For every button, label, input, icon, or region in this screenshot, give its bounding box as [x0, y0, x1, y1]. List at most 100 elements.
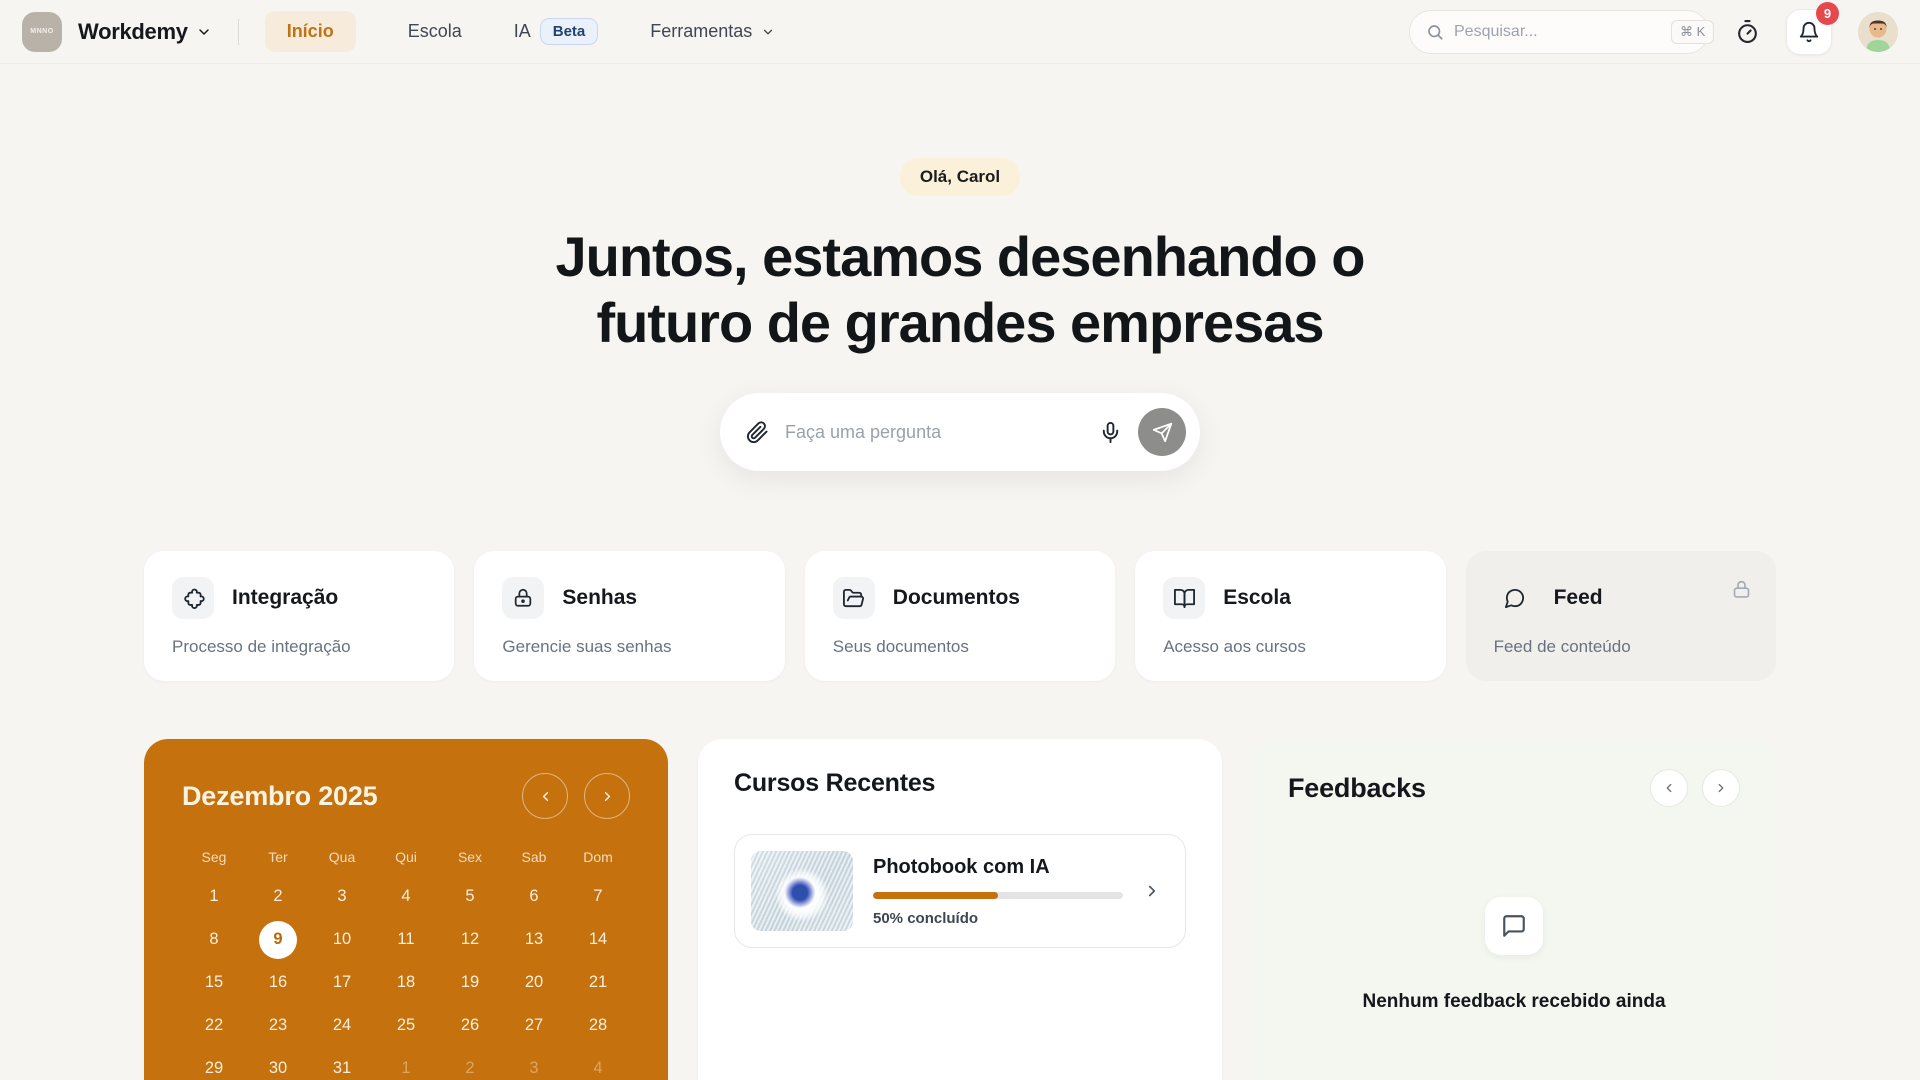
course-thumbnail — [751, 851, 853, 931]
calendar-day[interactable]: 26 — [438, 1004, 502, 1047]
card-subtitle: Processo de integração — [172, 637, 426, 657]
chevron-left-icon — [1662, 781, 1676, 795]
card-title: Escola — [1223, 586, 1291, 610]
calendar-day[interactable]: 4 — [374, 875, 438, 918]
course-item[interactable]: Photobook com IA 50% concluído — [734, 834, 1186, 948]
calendar-day[interactable]: 3 — [502, 1047, 566, 1080]
card-subtitle: Acesso aos cursos — [1163, 637, 1417, 657]
lock-icon — [1731, 579, 1752, 600]
calendar-day[interactable]: 23 — [246, 1004, 310, 1047]
card-integracao[interactable]: Integração Processo de integração — [144, 551, 454, 681]
calendar-day[interactable]: 3 — [310, 875, 374, 918]
calendar-next-button[interactable] — [584, 773, 630, 819]
notification-count-badge: 9 — [1816, 2, 1839, 25]
logo-mark-text: MNNO — [30, 28, 53, 35]
calendar-day[interactable]: 6 — [502, 875, 566, 918]
voice-button[interactable] — [1099, 421, 1122, 444]
nav-inicio[interactable]: Início — [265, 11, 356, 52]
send-button[interactable] — [1138, 408, 1186, 456]
nav-ia[interactable]: IA Beta — [514, 18, 599, 45]
calendar-weekday-label: Ter — [246, 849, 310, 865]
nav-ia-label: IA — [514, 21, 531, 42]
calendar-weekday-label: Sab — [502, 849, 566, 865]
question-input[interactable] — [785, 422, 1083, 443]
calendar-day[interactable]: 24 — [310, 1004, 374, 1047]
chevron-down-icon — [196, 24, 212, 40]
workdemy-logo[interactable]: MNNO — [22, 12, 62, 52]
card-title: Feed — [1554, 586, 1603, 610]
calendar-day[interactable]: 28 — [566, 1004, 630, 1047]
calendar-weekday-label: Seg — [182, 849, 246, 865]
bell-icon — [1798, 21, 1820, 43]
calendar-day[interactable]: 7 — [566, 875, 630, 918]
lock-icon — [502, 577, 544, 619]
calendar-day[interactable]: 19 — [438, 961, 502, 1004]
book-open-icon — [1163, 577, 1205, 619]
calendar-day[interactable]: 29 — [182, 1047, 246, 1080]
attach-button[interactable] — [746, 421, 769, 444]
calendar-day[interactable]: 25 — [374, 1004, 438, 1047]
calendar-day[interactable]: 9 — [246, 918, 310, 961]
calendar-day[interactable]: 31 — [310, 1047, 374, 1080]
card-documentos[interactable]: Documentos Seus documentos — [805, 551, 1115, 681]
calendar-day[interactable]: 5 — [438, 875, 502, 918]
card-title: Integração — [232, 586, 338, 610]
nav-ferramentas[interactable]: Ferramentas — [650, 21, 775, 42]
card-senhas[interactable]: Senhas Gerencie suas senhas — [474, 551, 784, 681]
feedbacks-title: Feedbacks — [1288, 773, 1426, 804]
ask-question-bar[interactable] — [720, 393, 1200, 471]
calendar-weekday-label: Qua — [310, 849, 374, 865]
feedbacks-prev-button[interactable] — [1650, 769, 1688, 807]
feedback-empty-message: Nenhum feedback recebido ainda — [1362, 991, 1665, 1013]
calendar-day[interactable]: 13 — [502, 918, 566, 961]
user-avatar[interactable] — [1858, 12, 1898, 52]
bottom-panels: Dezembro 2025 SegTerQuaQuiSexSabDom 1 — [144, 739, 1776, 1080]
timer-icon — [1735, 19, 1760, 44]
nav-escola[interactable]: Escola — [408, 21, 462, 42]
calendar-day[interactable]: 12 — [438, 918, 502, 961]
avatar-illustration — [1858, 12, 1898, 52]
calendar-day[interactable]: 15 — [182, 961, 246, 1004]
calendar-day[interactable]: 10 — [310, 918, 374, 961]
calendar-selected-day: 9 — [259, 921, 297, 959]
calendar-day[interactable]: 8 — [182, 918, 246, 961]
chat-icon — [1494, 577, 1536, 619]
card-title: Senhas — [562, 586, 637, 610]
calendar-day[interactable]: 1 — [182, 875, 246, 918]
calendar-day[interactable]: 27 — [502, 1004, 566, 1047]
card-escola[interactable]: Escola Acesso aos cursos — [1135, 551, 1445, 681]
search-shortcut-hint: ⌘ K — [1671, 20, 1714, 44]
global-search[interactable]: ⌘ K — [1409, 10, 1709, 54]
calendar-day[interactable]: 22 — [182, 1004, 246, 1047]
chevron-right-icon — [1143, 882, 1161, 900]
calendar-day[interactable]: 30 — [246, 1047, 310, 1080]
chevron-right-icon — [1714, 781, 1728, 795]
greeting-badge: Olá, Carol — [900, 158, 1020, 196]
calendar-day[interactable]: 14 — [566, 918, 630, 961]
brand-menu[interactable]: Workdemy — [78, 19, 212, 45]
calendar-day[interactable]: 2 — [246, 875, 310, 918]
beta-badge: Beta — [540, 18, 599, 45]
calendar-day[interactable]: 20 — [502, 961, 566, 1004]
chevron-left-icon — [538, 789, 553, 804]
folder-open-icon — [833, 577, 875, 619]
dashboard-main: Olá, Carol Juntos, estamos desenhando o … — [0, 64, 1920, 1080]
calendar-day[interactable]: 1 — [374, 1047, 438, 1080]
calendar-day[interactable]: 21 — [566, 961, 630, 1004]
calendar-day[interactable]: 16 — [246, 961, 310, 1004]
calendar-day[interactable]: 17 — [310, 961, 374, 1004]
calendar-day[interactable]: 18 — [374, 961, 438, 1004]
main-nav: Início Escola IA Beta Ferramentas — [265, 11, 776, 52]
calendar-day[interactable]: 4 — [566, 1047, 630, 1080]
course-progress-label: 50% concluído — [873, 910, 1123, 927]
timer-button[interactable] — [1735, 19, 1760, 44]
notifications-button[interactable]: 9 — [1786, 9, 1832, 55]
shortcut-cards: Integração Processo de integração Senhas… — [144, 551, 1776, 681]
feedbacks-next-button[interactable] — [1702, 769, 1740, 807]
search-input[interactable] — [1454, 23, 1661, 41]
courses-title: Cursos Recentes — [734, 769, 1186, 798]
calendar-day[interactable]: 2 — [438, 1047, 502, 1080]
calendar-prev-button[interactable] — [522, 773, 568, 819]
calendar-day[interactable]: 11 — [374, 918, 438, 961]
feedbacks-panel: Feedbacks — [1252, 739, 1776, 1080]
